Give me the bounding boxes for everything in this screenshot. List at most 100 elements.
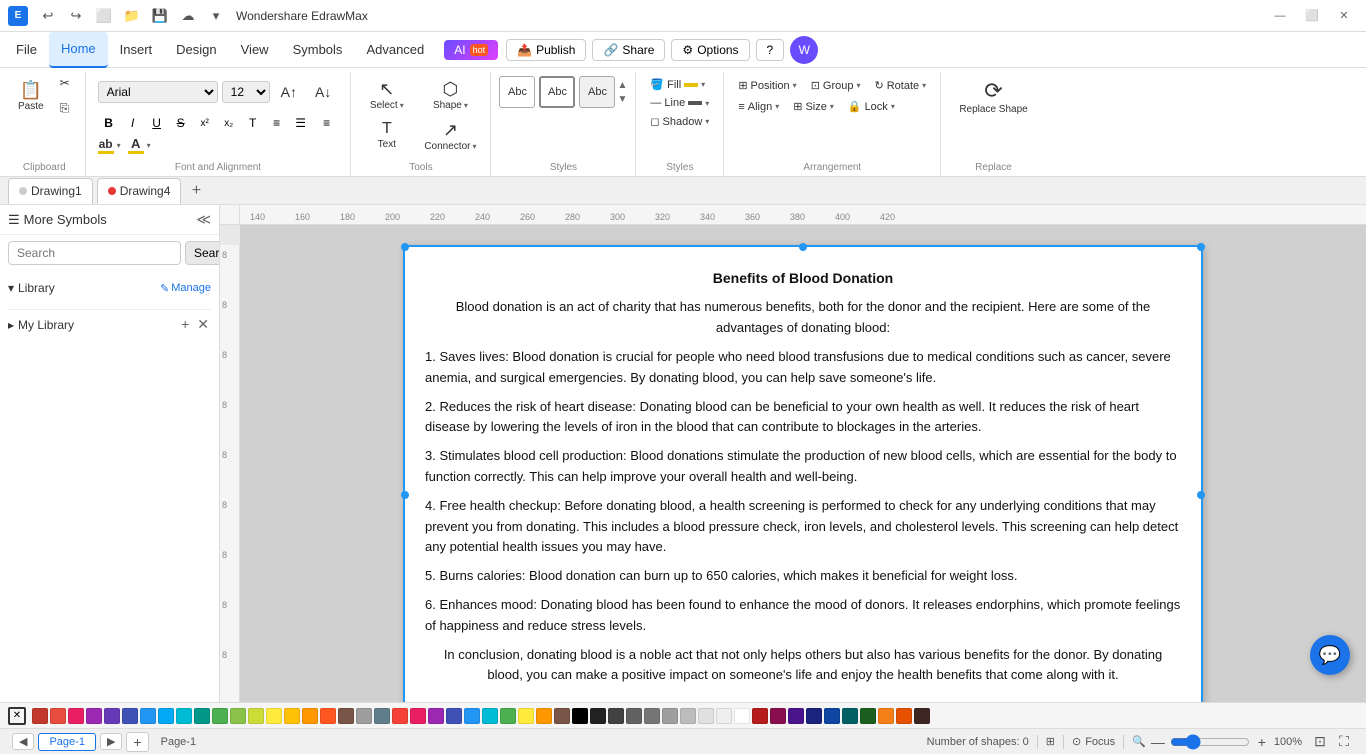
align-btn[interactable]: ≡: [316, 112, 338, 134]
publish-button[interactable]: 📤 Publish: [506, 39, 586, 61]
connector-dropdown-arrow[interactable]: ▾: [472, 142, 476, 151]
paste-button[interactable]: 📋 Paste: [12, 77, 50, 116]
selection-handle-left[interactable]: [401, 491, 409, 499]
styles-up-arrow[interactable]: ▲: [617, 80, 627, 91]
select-dropdown-arrow[interactable]: ▾: [400, 101, 404, 110]
color-swatch[interactable]: [770, 708, 786, 724]
layers-button[interactable]: ⊞: [1046, 735, 1055, 748]
bold-button[interactable]: B: [98, 112, 120, 134]
my-library-add-button[interactable]: +: [179, 314, 191, 335]
focus-button[interactable]: ⊙ Focus: [1072, 735, 1115, 748]
minimize-btn[interactable]: —: [1266, 6, 1294, 26]
search-button[interactable]: Search: [185, 241, 220, 265]
color-swatch[interactable]: [104, 708, 120, 724]
color-swatch[interactable]: [860, 708, 876, 724]
color-swatch[interactable]: [176, 708, 192, 724]
shadow-button[interactable]: ◻ Shadow ▾: [644, 113, 715, 130]
color-swatch[interactable]: [914, 708, 930, 724]
no-color-swatch[interactable]: ✕: [8, 707, 26, 725]
superscript-button[interactable]: x²: [194, 112, 216, 134]
replace-shape-button[interactable]: ⟳ Replace Shape: [949, 72, 1037, 121]
align-button[interactable]: ≡ Align ▾: [732, 97, 785, 116]
increase-font-btn[interactable]: A↑: [274, 80, 304, 104]
page-next-button[interactable]: ▶: [100, 733, 122, 750]
color-swatch[interactable]: [716, 708, 732, 724]
color-swatch[interactable]: [518, 708, 534, 724]
color-swatch[interactable]: [554, 708, 570, 724]
color-swatch[interactable]: [302, 708, 318, 724]
lock-dropdown[interactable]: ▾: [891, 102, 895, 111]
menu-file[interactable]: File: [4, 32, 49, 68]
color-swatch[interactable]: [122, 708, 138, 724]
color-swatch[interactable]: [572, 708, 588, 724]
color-swatch[interactable]: [878, 708, 894, 724]
color-swatch[interactable]: [752, 708, 768, 724]
text-button[interactable]: T Text: [359, 117, 414, 154]
canvas-content[interactable]: Benefits of Blood Donation Blood donatio…: [240, 225, 1366, 702]
save-btn[interactable]: 💾: [148, 4, 172, 28]
color-swatch[interactable]: [482, 708, 498, 724]
font-color-btn[interactable]: ab: [98, 137, 114, 154]
menu-advanced[interactable]: Advanced: [354, 32, 436, 68]
color-swatch[interactable]: [68, 708, 84, 724]
color-swatch[interactable]: [284, 708, 300, 724]
color-swatch[interactable]: [194, 708, 210, 724]
more-btn[interactable]: ▾: [204, 4, 228, 28]
shadow-dropdown[interactable]: ▾: [705, 117, 709, 126]
manage-button[interactable]: ✎ Manage: [160, 282, 211, 295]
cut-button[interactable]: ✂: [53, 72, 77, 94]
color-swatch[interactable]: [500, 708, 516, 724]
color-swatch[interactable]: [158, 708, 174, 724]
fill-button[interactable]: 🪣 Fill ▾: [644, 76, 715, 93]
group-button[interactable]: ⊡ Group ▾: [805, 76, 867, 95]
subscript-button[interactable]: x₂: [218, 112, 240, 134]
color-swatch[interactable]: [86, 708, 102, 724]
maximize-btn[interactable]: ⬜: [1298, 6, 1326, 26]
select-button[interactable]: ↖ Select ▾: [359, 76, 414, 115]
fill-dropdown[interactable]: ▾: [701, 80, 705, 89]
selection-handle-topleft[interactable]: [401, 243, 409, 251]
menu-home[interactable]: Home: [49, 32, 108, 68]
line-button[interactable]: — Line ▾: [644, 95, 715, 111]
font-color-dropdown[interactable]: ▾: [117, 141, 121, 150]
color-swatch[interactable]: [410, 708, 426, 724]
styles-down-arrow[interactable]: ▼: [617, 94, 627, 105]
bullet-list-button[interactable]: ☰: [290, 112, 312, 134]
style-box-1[interactable]: Abc: [499, 76, 535, 108]
color-swatch[interactable]: [788, 708, 804, 724]
ai-button[interactable]: AI hot: [444, 40, 498, 60]
color-swatch[interactable]: [806, 708, 822, 724]
color-swatch[interactable]: [338, 708, 354, 724]
color-swatch[interactable]: [536, 708, 552, 724]
fullscreen-button[interactable]: ⛶: [1334, 734, 1354, 750]
lock-button[interactable]: 🔒 Lock ▾: [842, 97, 901, 116]
zoom-slider[interactable]: [1170, 734, 1250, 750]
menu-symbols[interactable]: Symbols: [281, 32, 355, 68]
my-library-title[interactable]: ▸ My Library: [8, 318, 74, 332]
color-swatch[interactable]: [140, 708, 156, 724]
selection-handle-right[interactable]: [1197, 491, 1205, 499]
line-spacing-button[interactable]: ≡: [266, 112, 288, 134]
color-swatch[interactable]: [824, 708, 840, 724]
sidebar-collapse-button[interactable]: ≪: [196, 211, 211, 228]
text-color-dropdown[interactable]: ▾: [147, 141, 151, 150]
zoom-out-button[interactable]: —: [1150, 734, 1166, 750]
search-input[interactable]: [8, 241, 181, 265]
clear-format-button[interactable]: T: [242, 112, 264, 134]
color-swatch[interactable]: [212, 708, 228, 724]
redo-btn[interactable]: ↪: [64, 4, 88, 28]
font-size-select[interactable]: 12: [222, 81, 270, 103]
color-swatch[interactable]: [626, 708, 642, 724]
color-swatch[interactable]: [374, 708, 390, 724]
menu-insert[interactable]: Insert: [108, 32, 165, 68]
color-swatch[interactable]: [392, 708, 408, 724]
rotate-dropdown[interactable]: ▾: [922, 81, 926, 90]
italic-button[interactable]: I: [122, 112, 144, 134]
open-btn[interactable]: 📁: [120, 4, 144, 28]
text-color-btn[interactable]: A: [128, 136, 144, 154]
options-button[interactable]: ⚙ Options: [671, 39, 749, 61]
color-swatch[interactable]: [662, 708, 678, 724]
my-library-close-button[interactable]: ✕: [195, 314, 211, 335]
help-button[interactable]: ?: [756, 39, 785, 61]
zoom-in-button[interactable]: +: [1254, 734, 1270, 750]
